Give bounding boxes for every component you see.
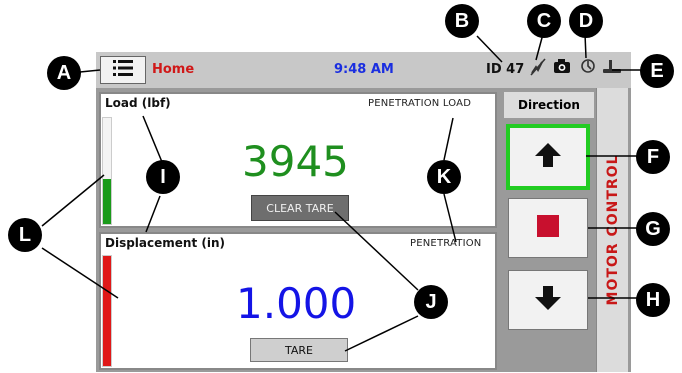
callout-h: H (636, 283, 670, 317)
callout-e: E (640, 54, 674, 88)
callout-l: L (8, 218, 42, 252)
callout-i: I (146, 160, 180, 194)
callout-b: B (445, 4, 479, 38)
callout-c: C (527, 4, 561, 38)
callout-d: D (569, 4, 603, 38)
callout-f: F (636, 140, 670, 174)
callout-k: K (427, 160, 461, 194)
callout-a: A (47, 56, 81, 90)
callout-j: J (414, 285, 448, 319)
callout-leaders (41, 33, 648, 352)
callout-g: G (636, 212, 670, 246)
